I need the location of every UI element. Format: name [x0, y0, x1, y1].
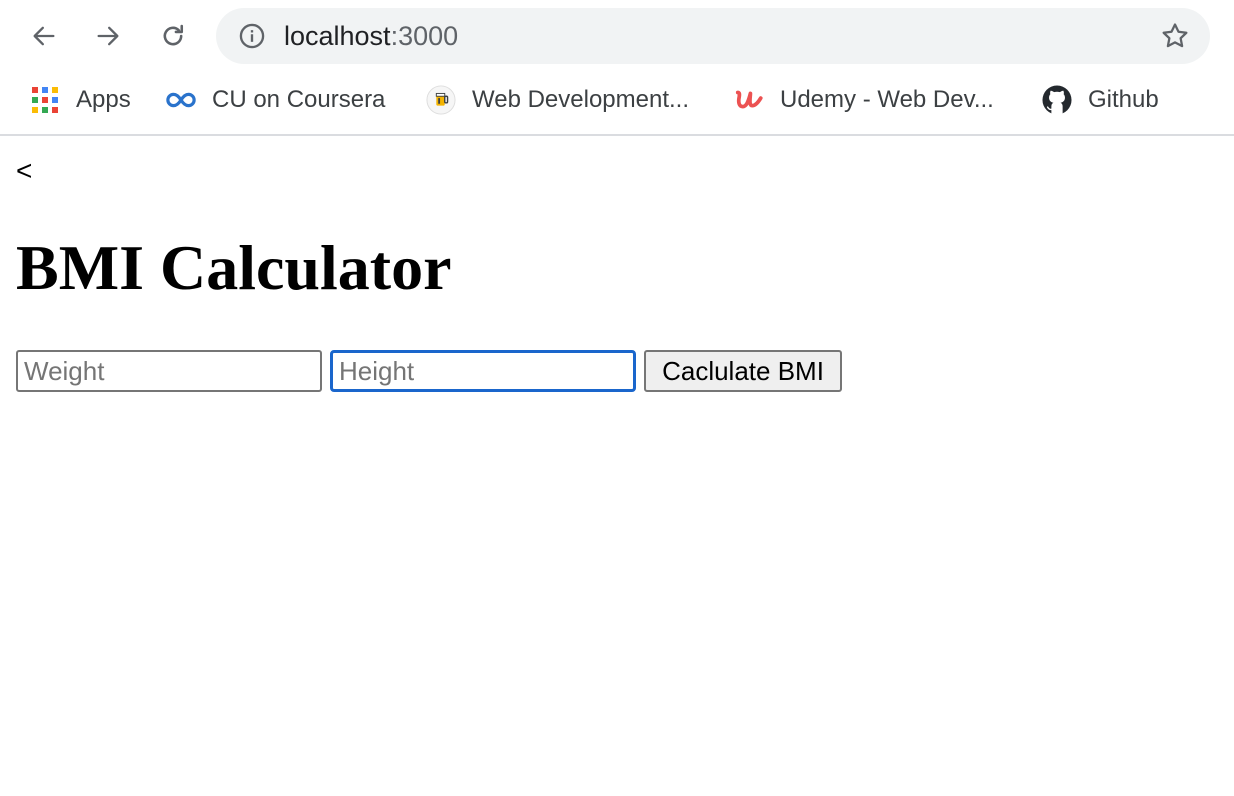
- browser-toolbar: localhost:3000: [0, 0, 1234, 72]
- web-dev-icon: [426, 85, 456, 115]
- bookmark-star-icon[interactable]: [1160, 21, 1190, 51]
- back-button[interactable]: [26, 18, 62, 54]
- url-port: :3000: [390, 21, 459, 51]
- height-input[interactable]: [330, 350, 636, 392]
- bookmark-web-development[interactable]: Web Development...: [426, 84, 689, 116]
- page-content: < BMI Calculator Caclulate BMI: [0, 138, 1234, 796]
- page-title: BMI Calculator: [16, 232, 452, 303]
- bookmark-label: Web Development...: [472, 86, 689, 113]
- back-link[interactable]: <: [16, 156, 32, 186]
- weight-input[interactable]: [16, 350, 322, 392]
- address-bar[interactable]: localhost:3000: [216, 8, 1210, 64]
- bookmark-cu-on-coursera[interactable]: CU on Coursera: [166, 84, 385, 116]
- bookmark-apps[interactable]: Apps: [30, 84, 131, 116]
- arrow-left-icon: [33, 26, 55, 46]
- bookmarks-bar: Apps CU on Coursera Web Development... U…: [0, 72, 1234, 136]
- calculate-bmi-button[interactable]: Caclulate BMI: [644, 350, 842, 392]
- url-host: localhost: [284, 21, 391, 51]
- apps-grid-icon: [30, 85, 60, 115]
- bookmark-github[interactable]: Github: [1042, 84, 1159, 116]
- reload-icon: [163, 24, 184, 46]
- coursera-icon: [166, 85, 196, 115]
- arrow-right-icon: [97, 26, 119, 46]
- bookmark-udemy-web-dev[interactable]: Udemy - Web Dev...: [734, 84, 994, 116]
- url-text[interactable]: localhost:3000: [284, 21, 458, 51]
- github-icon: [1042, 85, 1072, 115]
- reload-button[interactable]: [155, 18, 191, 54]
- forward-button[interactable]: [90, 18, 126, 54]
- udemy-icon: [734, 85, 764, 115]
- bookmark-label: CU on Coursera: [212, 86, 386, 113]
- bookmark-label: Github: [1088, 86, 1159, 113]
- info-icon[interactable]: [238, 22, 266, 50]
- bookmark-label: Udemy - Web Dev...: [780, 86, 994, 113]
- bookmark-label: Apps: [76, 86, 131, 113]
